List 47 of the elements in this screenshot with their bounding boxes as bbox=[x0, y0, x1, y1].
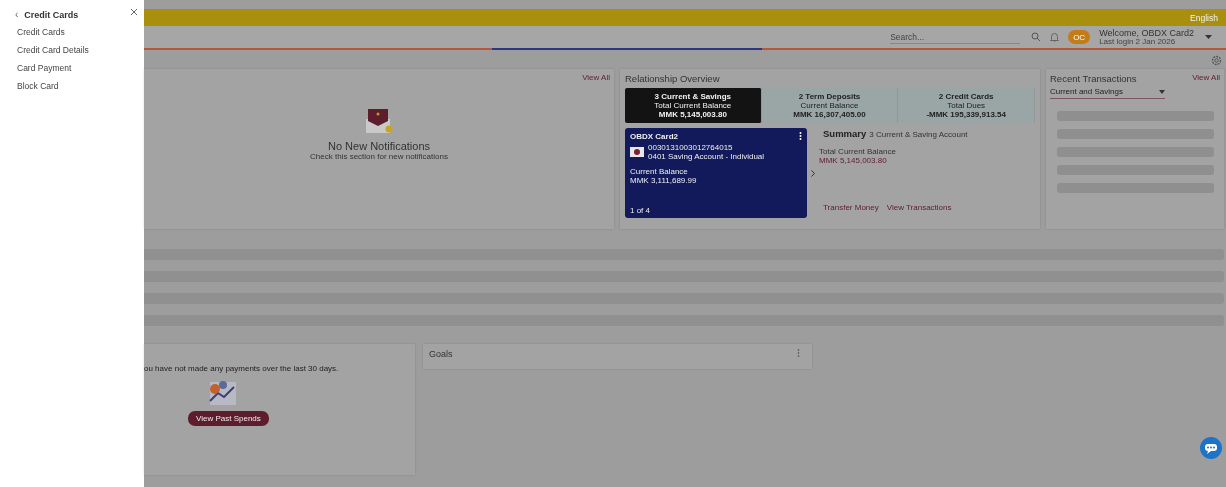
view-all-link[interactable]: View All bbox=[1192, 73, 1220, 84]
envelope-icon bbox=[364, 107, 394, 135]
total-balance-amount: MMK 5,145,003.80 bbox=[819, 156, 888, 165]
account-card[interactable]: OBDX Card2 0030131003012764015 0401 Saving Account - Individual Current Balance MMK 3,111,689.99 1 of 4 bbox=[625, 128, 807, 218]
view-past-spends-button[interactable]: View Past Spends bbox=[188, 411, 269, 426]
menu-item[interactable]: Card Payment bbox=[0, 63, 144, 81]
balance-label: Current Balance bbox=[630, 167, 689, 176]
overview-tab[interactable]: 2 Credit Cards Total Dues -MMK 195,339,913.54 bbox=[898, 88, 1035, 123]
summary-subtitle: 3 Current & Saving Account bbox=[869, 130, 968, 139]
caret-icon bbox=[1159, 89, 1165, 94]
caret-icon[interactable] bbox=[1205, 35, 1212, 39]
empty-state-title: No New Notifications bbox=[327, 140, 431, 152]
user-avatar[interactable]: OC bbox=[1068, 30, 1091, 44]
welcome-text: Welcome, OBDX Card2 bbox=[1099, 28, 1194, 38]
overview-tab[interactable]: 3 Current & Savings Total Current Balance MMK 5,145,003.80 bbox=[625, 88, 762, 123]
menu-title: Credit Cards bbox=[24, 9, 80, 20]
settings-icon[interactable] bbox=[1211, 55, 1222, 66]
total-balance-label: Total Current Balance bbox=[819, 147, 897, 156]
card-title: Recent Transactions bbox=[1050, 73, 1137, 84]
bell-icon[interactable] bbox=[1050, 32, 1060, 42]
card-title: Goals bbox=[429, 349, 453, 361]
action-link[interactable]: Transfer Money bbox=[823, 203, 879, 212]
menu-item[interactable]: Credit Card Details bbox=[0, 45, 144, 63]
card-title: Relationship Overview bbox=[625, 73, 721, 84]
carousel-pager: 1 of 4 bbox=[630, 206, 650, 215]
account-type: 0401 Saving Account - Individual bbox=[648, 152, 765, 161]
last-login-text: Last login 2 Jan 2026 bbox=[1099, 37, 1177, 46]
empty-state-subtitle: Check this section for new notifications bbox=[310, 152, 448, 161]
summary-title: Summary bbox=[823, 128, 867, 139]
back-chevron-icon[interactable]: ‹ bbox=[15, 9, 19, 20]
account-number: 0030131003012764015 bbox=[648, 143, 734, 152]
flag-icon bbox=[630, 147, 644, 157]
action-link[interactable]: View Transactions bbox=[886, 203, 952, 212]
account-name: OBDX Card2 bbox=[630, 132, 678, 141]
balance-amount: MMK 3,111,689.99 bbox=[630, 176, 698, 185]
menu-item[interactable]: Credit Cards bbox=[0, 27, 144, 45]
overview-tab[interactable]: 2 Term Deposits Current Balance MMK 16,307,405.00 bbox=[761, 88, 899, 123]
search-icon[interactable] bbox=[1031, 32, 1042, 42]
menu-item[interactable]: Block Card bbox=[0, 81, 144, 99]
next-chevron-icon[interactable] bbox=[811, 169, 815, 177]
empty-state-message: ou have not made any payments over the last 30 days. bbox=[144, 364, 339, 373]
close-icon[interactable] bbox=[130, 7, 138, 16]
account-type-dropdown[interactable]: Current and Savings bbox=[1050, 84, 1165, 99]
more-icon[interactable] bbox=[799, 132, 802, 140]
view-all-link[interactable]: View All bbox=[582, 73, 610, 82]
chat-bubble-icon[interactable] bbox=[1200, 437, 1222, 459]
search-field[interactable]: Search... bbox=[890, 30, 1021, 44]
